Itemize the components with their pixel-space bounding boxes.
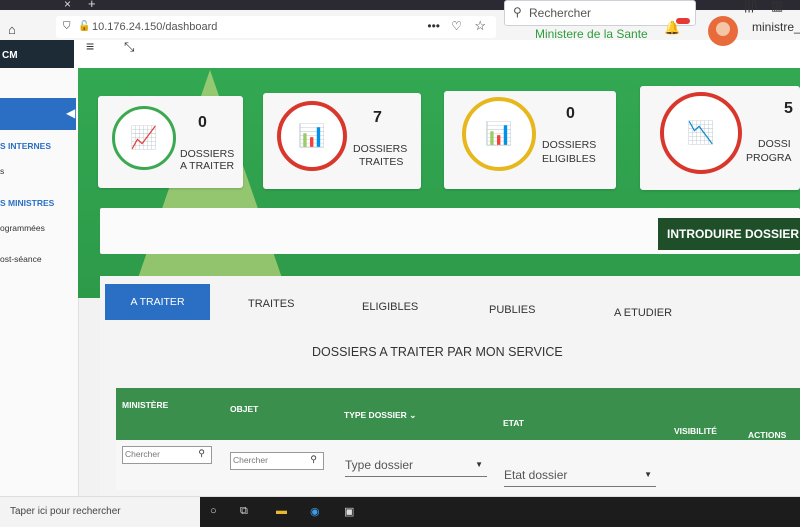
app-header: CM ≡ ⤡ Ministere de la Sante 🔔 ministre_ [0, 16, 800, 68]
type-dossier-select[interactable]: Type dossier ▼ [345, 456, 487, 477]
brand-strip: CM [0, 40, 74, 68]
sidebar-active-item[interactable] [0, 98, 76, 130]
stat-label: A TRAITER [180, 160, 235, 172]
stat-value: 0 [566, 105, 575, 122]
bar-chart-icon: 📊 [277, 101, 347, 171]
taskbar-apps: ○ ⧉ ▬ ◉ ▣ [200, 497, 800, 527]
sidebar: ◀ S INTERNES s S MINISTRES ogrammées ost… [0, 68, 79, 526]
stat-card-traites[interactable]: 📊 7 DOSSIERS TRAITES [263, 93, 421, 189]
address-bar[interactable]: ⛉ 🔓 10.176.24.150/dashboard ••• ♡ ☆ [56, 16, 496, 38]
fullscreen-icon[interactable]: ⤡ [124, 39, 134, 55]
column-ministere[interactable]: MINISTÈRE [122, 400, 168, 410]
avatar[interactable] [708, 16, 738, 46]
taskbar-search[interactable]: Taper ici pour rechercher [0, 497, 200, 527]
tab-eligibles[interactable]: ELIGIBLES [362, 301, 418, 313]
search-placeholder: Rechercher [529, 6, 592, 20]
library-icon[interactable]: |||\ [744, 0, 758, 13]
stat-value: 7 [373, 109, 382, 126]
brand-logo: CM [2, 50, 18, 61]
column-type-dossier[interactable]: TYPE DOSSIER ⌄ [344, 410, 416, 421]
page-actions-icon[interactable]: ••• [427, 19, 440, 33]
chart-line-icon: 📈 [112, 106, 176, 170]
bookmark-star-icon[interactable]: ☆ [474, 18, 486, 34]
sidebar-item-post-seance[interactable]: ost-séance [0, 254, 42, 264]
cortana-icon[interactable]: ○ [210, 505, 217, 517]
tab-traites[interactable]: TRAITES [248, 298, 294, 310]
introduce-dossier-button[interactable]: INTRODUIRE DOSSIER [658, 218, 800, 250]
task-view-icon[interactable]: ⧉ [240, 505, 248, 518]
sidebar-section-internes: S INTERNES [0, 141, 52, 151]
notification-badge [676, 18, 690, 24]
home-icon[interactable]: ⌂ [8, 22, 16, 37]
edge-icon[interactable]: ◉ [310, 505, 320, 518]
tab-a-etudier[interactable]: A ETUDIER [614, 307, 672, 319]
shield-icon: ⛉ [63, 21, 71, 32]
stat-card-programmes[interactable]: 📉 5 DOSSI PROGRA [640, 86, 800, 190]
hamburger-menu-icon[interactable]: ≡ [86, 38, 94, 54]
dropdown-caret-icon: ▼ [475, 460, 483, 469]
taskbar-search-text: Taper ici pour rechercher [10, 506, 121, 517]
dropdown-caret-icon: ▼ [644, 470, 652, 479]
sidebar-section-ministres: S MINISTRES [0, 198, 55, 208]
stat-label: PROGRA [746, 152, 792, 164]
stat-label: DOSSI [758, 138, 791, 150]
stat-value: 5 [784, 100, 793, 117]
close-tab-icon[interactable]: × [64, 0, 71, 11]
tab-publies[interactable]: PUBLIES [489, 304, 535, 316]
app-icon[interactable]: ▣ [344, 505, 354, 518]
column-actions: ACTIONS [748, 430, 787, 440]
new-tab-button[interactable]: + [88, 0, 96, 11]
search-icon: ⚲ [198, 448, 205, 458]
search-icon: ⚲ [310, 454, 317, 464]
ministere-search-input[interactable]: Chercher ⚲ [122, 446, 212, 464]
objet-search-input[interactable]: Chercher ⚲ [230, 452, 324, 470]
file-explorer-icon[interactable]: ▬ [276, 505, 287, 517]
pocket-icon[interactable]: ♡ [451, 19, 462, 33]
column-visibilite[interactable]: VISIBILITÉ [674, 426, 717, 436]
stat-label: TRAITES [359, 156, 404, 168]
line-graph-icon: 📉 [660, 92, 742, 174]
user-name[interactable]: ministre_ [752, 20, 800, 34]
panel-title: DOSSIERS A TRAITER PAR MON SERVICE [312, 345, 563, 359]
url-text[interactable]: 10.176.24.150/dashboard [92, 21, 217, 33]
ministry-name: Ministere de la Sante [535, 27, 648, 41]
sidebar-item[interactable]: s [0, 166, 4, 176]
search-icon: ⚲ [513, 5, 522, 19]
stat-card-eligibles[interactable]: 📊 0 DOSSIERS ELIGIBLES [444, 91, 616, 189]
sidebar-toggle-icon[interactable]: ▥ [771, 0, 783, 14]
stat-label: DOSSIERS [353, 143, 408, 155]
collapse-arrow-icon[interactable]: ◀ [66, 106, 75, 120]
column-etat[interactable]: ETAT [503, 418, 524, 428]
etat-dossier-select[interactable]: Etat dossier ▼ [504, 466, 656, 487]
table-header: MINISTÈRE OBJET TYPE DOSSIER ⌄ ETAT VISI… [116, 388, 800, 440]
stat-label: DOSSIERS [542, 139, 597, 151]
insecure-lock-icon[interactable]: 🔓 [78, 21, 90, 32]
stat-card-a-traiter[interactable]: 📈 0 DOSSIERS A TRAITER [98, 96, 243, 188]
os-taskbar: Taper ici pour rechercher ○ ⧉ ▬ ◉ ▣ [0, 496, 800, 527]
bar-chart-icon: 📊 [462, 97, 536, 171]
column-objet[interactable]: OBJET [230, 404, 258, 414]
sidebar-item-programmees[interactable]: ogrammées [0, 223, 45, 233]
stat-label: ELIGIBLES [542, 153, 596, 165]
stat-value: 0 [198, 114, 207, 131]
tab-a-traiter[interactable]: A TRAITER [105, 284, 210, 320]
chevron-down-icon: ⌄ [409, 410, 417, 420]
stat-label: DOSSIERS [180, 148, 235, 160]
